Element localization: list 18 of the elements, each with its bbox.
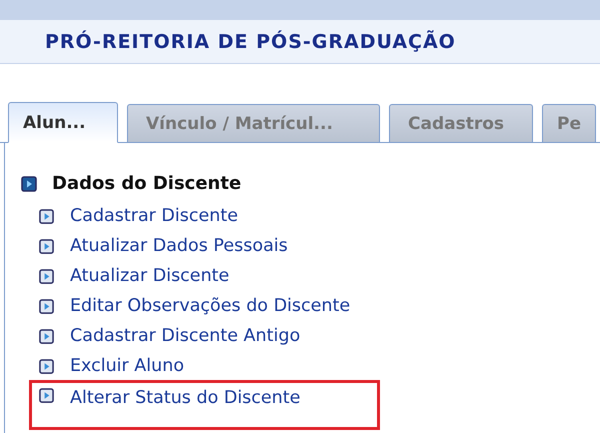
tab[interactable]: Alun...: [8, 102, 118, 143]
play-square-icon: [39, 208, 54, 224]
menu-link[interactable]: Editar Observações do Discente: [70, 296, 350, 316]
play-square-icon: [39, 358, 54, 374]
section-heading: Dados do Discente: [52, 173, 242, 194]
play-square-icon: [39, 238, 54, 254]
play-square-icon: [39, 298, 54, 314]
menu-link[interactable]: Alterar Status do Discente: [70, 388, 300, 408]
play-square-icon: [39, 328, 54, 344]
play-square-icon: [39, 268, 54, 284]
menu-link[interactable]: Cadastrar Discente: [70, 206, 238, 226]
menu-link[interactable]: Atualizar Discente: [70, 266, 230, 286]
menu-link[interactable]: Excluir Aluno: [70, 356, 184, 376]
menu-link[interactable]: Cadastrar Discente Antigo: [70, 326, 300, 346]
play-square-icon: [39, 388, 54, 403]
play-square-icon: [21, 176, 37, 192]
page-title: PRÓ-REITORIA DE PÓS-GRADUAÇÃO: [45, 30, 456, 52]
menu-link[interactable]: Atualizar Dados Pessoais: [70, 236, 288, 256]
